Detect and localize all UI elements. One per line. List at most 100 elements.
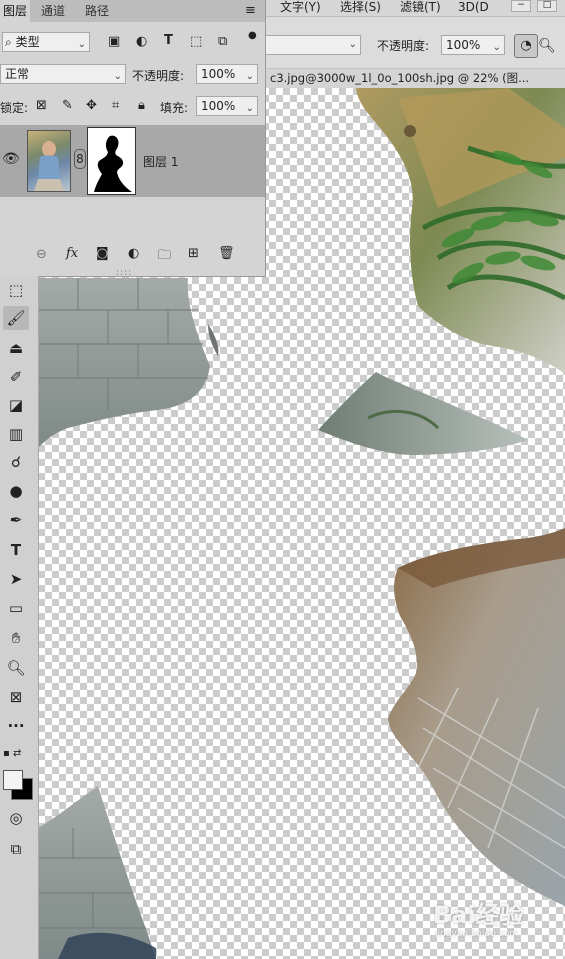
opacity-value: 100% bbox=[446, 38, 481, 52]
frame-tool-icon[interactable]: ⊠ bbox=[3, 685, 29, 709]
type-tool-icon[interactable]: T bbox=[3, 538, 29, 562]
mask-link-icon[interactable]: 8 bbox=[74, 149, 86, 169]
chevron-down-icon: ⌄ bbox=[492, 42, 501, 53]
adjustment-filter-icon[interactable]: ◐ bbox=[136, 34, 147, 49]
more-tools-icon[interactable]: ··· bbox=[3, 714, 29, 738]
eraser-tool-icon[interactable]: ◪ bbox=[3, 393, 29, 417]
fx-icon[interactable]: fx bbox=[66, 246, 78, 261]
add-mask-icon[interactable]: ◙ bbox=[96, 246, 109, 261]
tools-panel: ⬚ 🖌︎ ⏏ ✐ ◪ ▥ ☌ ● ✒ T ➤ ▭ ✋︎ 🔍︎ ⊠ ··· ▪ ⇄… bbox=[0, 276, 39, 959]
blend-mode-value: 正常 bbox=[5, 67, 30, 81]
path-selection-tool-icon[interactable]: ➤ bbox=[3, 567, 29, 591]
tab-paths[interactable]: 路径 bbox=[82, 0, 112, 22]
lock-label: 锁定: bbox=[0, 101, 29, 115]
swap-colors-icon[interactable]: ▪ ⇄ bbox=[3, 742, 29, 766]
chevron-down-icon: ⌄ bbox=[245, 71, 254, 82]
search-icon: ⌕ bbox=[5, 35, 12, 49]
layer-thumbnail-image bbox=[34, 141, 64, 191]
filter-toggle-icon[interactable]: ● bbox=[248, 30, 257, 41]
menu-select[interactable]: 选择(S) bbox=[340, 0, 381, 14]
rug-region bbox=[388, 528, 565, 906]
visibility-eye-icon[interactable]: 👁︎ bbox=[2, 151, 20, 167]
zoom-tool-icon[interactable]: 🔍︎ bbox=[3, 656, 29, 680]
menu-bar: 文字(Y) 选择(S) 滤镜(T) 3D(D − □ bbox=[265, 0, 565, 17]
filter-kind-dropdown[interactable]: ⌕ 类型 ⌄ bbox=[2, 32, 90, 52]
new-group-icon[interactable]: 🗀︎ bbox=[158, 246, 171, 268]
chevron-down-icon: ⌄ bbox=[348, 39, 357, 50]
screen-mode-icon[interactable]: ⧉ bbox=[3, 837, 29, 861]
layer-opacity-field[interactable]: 100% ⌄ bbox=[196, 64, 258, 84]
layer-row[interactable]: 👁︎ 8 图层 1 bbox=[0, 125, 265, 197]
lock-all-icon[interactable]: 🔒︎ bbox=[138, 98, 145, 113]
search-icon[interactable]: 🔍︎ bbox=[538, 36, 565, 56]
trash-icon[interactable]: 🗑︎ bbox=[218, 246, 235, 261]
smart-object-filter-icon[interactable]: ⧉ bbox=[218, 34, 227, 49]
fill-value: 100% bbox=[201, 99, 236, 113]
watermark-url: jingyan.baidu.com bbox=[435, 929, 519, 939]
fill-field[interactable]: 100% ⌄ bbox=[196, 96, 258, 116]
adjustment-layer-icon[interactable]: ◐ bbox=[128, 246, 139, 261]
shard-region bbox=[318, 372, 528, 456]
fill-label: 填充: bbox=[160, 101, 189, 115]
layer-opacity-value: 100% bbox=[201, 67, 236, 81]
layer-thumbnail[interactable] bbox=[27, 130, 71, 192]
new-layer-icon[interactable]: ⊞ bbox=[188, 246, 199, 261]
wall-region-top bbox=[38, 278, 219, 448]
brush-tool-icon[interactable]: 🖌︎ bbox=[3, 306, 29, 330]
blend-mode-dropdown[interactable]: 正常 ⌄ bbox=[0, 64, 126, 84]
layers-panel-footer: ⊖ fx ◙ ◐ 🗀︎ ⊞ 🗑︎ bbox=[0, 242, 265, 268]
layer-name[interactable]: 图层 1 bbox=[143, 153, 178, 170]
menu-filter[interactable]: 滤镜(T) bbox=[400, 0, 441, 14]
panel-menu-icon[interactable]: ≡ bbox=[245, 3, 256, 18]
document-tab-bar: c3.jpg@3000w_1l_0o_100sh.jpg @ 22% (图... bbox=[265, 68, 565, 88]
options-bar: ⌄ 不透明度: 100% ⌄ ◔ 🔍︎ bbox=[265, 17, 565, 72]
lock-pixels-icon[interactable]: ✎ bbox=[62, 98, 73, 113]
lock-position-icon[interactable]: ✥ bbox=[86, 98, 97, 113]
layer-mask-thumbnail[interactable] bbox=[87, 127, 136, 195]
rect-marquee-tool-icon[interactable]: ⬚ bbox=[3, 278, 29, 302]
chevron-down-icon: ⌄ bbox=[245, 103, 254, 114]
baidu-watermark: Bai经验 jingyan.baidu.com bbox=[425, 893, 565, 943]
pen-tool-icon[interactable]: ✒ bbox=[3, 508, 29, 532]
brush-mode-dropdown[interactable]: ⌄ bbox=[265, 35, 361, 55]
layers-panel: 图层 通道 路径 ≡ ⌕ 类型 ⌄ ▣ ◐ T ⬚ ⧉ ● 正常 ⌄ 不透明度:… bbox=[0, 0, 266, 278]
hand-tool-icon[interactable]: ✋︎ bbox=[3, 626, 29, 650]
lock-artboard-icon[interactable]: ⌗ bbox=[112, 98, 119, 113]
menu-3d[interactable]: 3D(D bbox=[458, 0, 489, 14]
clone-stamp-tool-icon[interactable]: ⏏ bbox=[3, 336, 29, 360]
tab-layers[interactable]: 图层 bbox=[0, 0, 31, 22]
chevron-down-icon: ⌄ bbox=[77, 39, 86, 50]
filter-kind-value: 类型 bbox=[15, 35, 40, 49]
tab-channels[interactable]: 通道 bbox=[38, 0, 68, 22]
image-filter-icon[interactable]: ▣ bbox=[108, 34, 120, 49]
layer-filter-row: ⌕ 类型 ⌄ ▣ ◐ T ⬚ ⧉ ● bbox=[0, 30, 265, 56]
pressure-opacity-icon[interactable]: ◔ bbox=[514, 34, 538, 58]
minimize-icon[interactable]: − bbox=[511, 0, 531, 12]
watermark-brand: Bai经验 bbox=[433, 901, 524, 929]
dodge-tool-icon[interactable]: ● bbox=[3, 479, 29, 503]
chevron-down-icon: ⌄ bbox=[113, 71, 122, 82]
foreground-color-swatch[interactable] bbox=[3, 770, 23, 790]
rectangle-tool-icon[interactable]: ▭ bbox=[3, 596, 29, 620]
smudge-tool-icon[interactable]: ☌ bbox=[3, 450, 29, 474]
mask-silhouette bbox=[94, 135, 132, 192]
opacity-dropdown[interactable]: 100% ⌄ bbox=[441, 35, 505, 55]
gradient-tool-icon[interactable]: ▥ bbox=[3, 422, 29, 446]
wall-region-bottom bbox=[38, 786, 156, 959]
layer-opacity-label: 不透明度: bbox=[132, 69, 185, 83]
panel-resize-grip[interactable]: :::: bbox=[116, 268, 132, 278]
menu-type[interactable]: 文字(Y) bbox=[280, 0, 321, 14]
document-tab[interactable]: c3.jpg@3000w_1l_0o_100sh.jpg @ 22% (图... bbox=[265, 69, 565, 88]
panel-tab-strip: 图层 通道 路径 ≡ bbox=[0, 0, 265, 22]
plant-region bbox=[356, 88, 565, 374]
quick-mask-icon[interactable]: ◎ bbox=[3, 806, 29, 830]
shape-filter-icon[interactable]: ⬚ bbox=[190, 34, 202, 49]
lock-row: 锁定: ⊠ ✎ ✥ ⌗ 🔒︎ 填充: 100% ⌄ bbox=[0, 94, 265, 120]
type-filter-icon[interactable]: T bbox=[164, 33, 173, 48]
blend-row: 正常 ⌄ 不透明度: 100% ⌄ bbox=[0, 62, 265, 88]
lock-transparent-icon[interactable]: ⊠ bbox=[36, 98, 47, 113]
history-brush-tool-icon[interactable]: ✐ bbox=[3, 365, 29, 389]
link-layers-icon[interactable]: ⊖ bbox=[36, 247, 47, 262]
color-swatches[interactable] bbox=[3, 770, 33, 800]
maximize-icon[interactable]: □ bbox=[537, 0, 557, 12]
